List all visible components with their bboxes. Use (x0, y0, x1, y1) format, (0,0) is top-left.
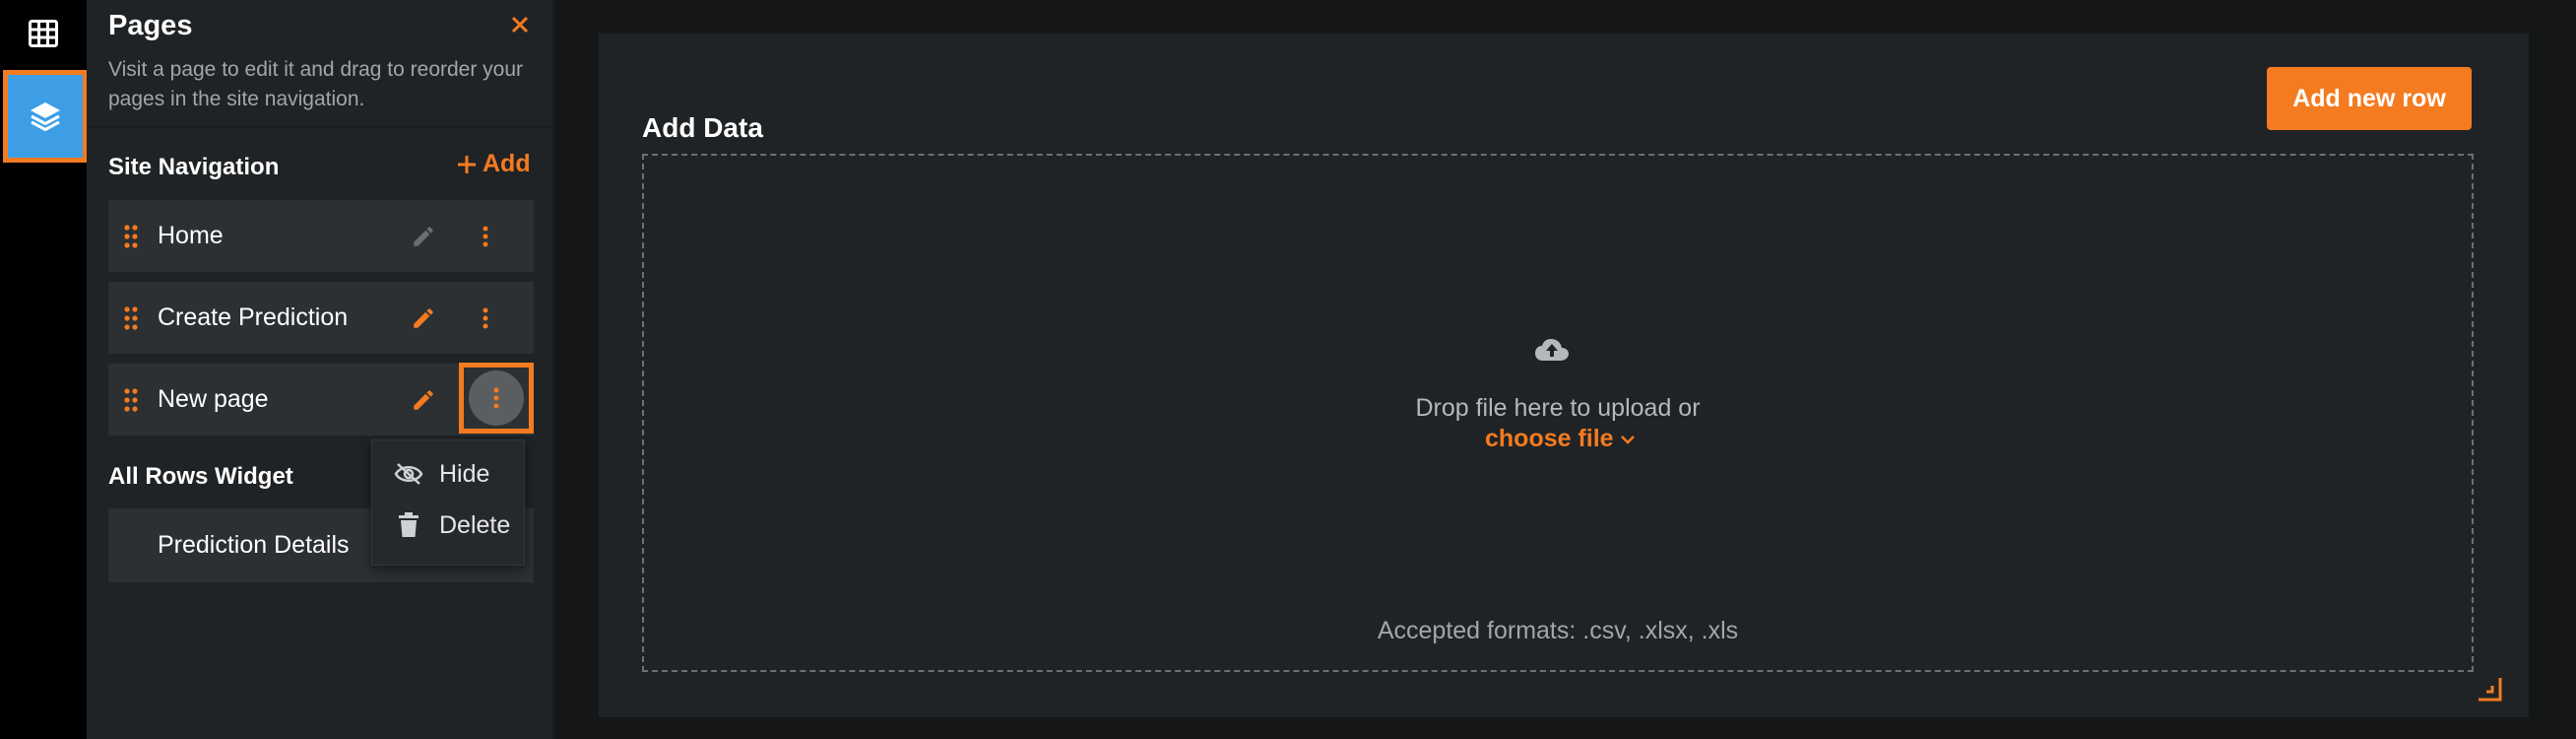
chevron-down-icon (1620, 435, 1635, 444)
eye-off-icon (392, 462, 425, 486)
more-options-highlight (469, 370, 524, 426)
more-vertical-icon (493, 387, 499, 409)
layers-icon (31, 102, 60, 131)
plus-icon (458, 155, 476, 173)
add-page-button[interactable]: Add (457, 150, 531, 178)
trash-icon (392, 512, 425, 538)
drag-handle-icon[interactable] (124, 306, 138, 330)
cloud-upload-icon (1535, 339, 1569, 361)
widget-item-label: Prediction Details (158, 531, 350, 559)
choose-file-label: choose file (1485, 425, 1614, 452)
more-vertical-icon (483, 307, 488, 329)
menu-item-hide[interactable]: Hide (372, 450, 526, 498)
drag-handle-icon[interactable] (124, 225, 138, 248)
pencil-icon (414, 227, 433, 246)
more-options-button[interactable] (471, 222, 500, 251)
card-title: Add Data (642, 112, 763, 143)
nav-item-label: Home (158, 222, 224, 249)
pencil-icon (414, 308, 433, 328)
panel-divider (87, 126, 554, 128)
edit-page-button[interactable] (409, 385, 438, 415)
choose-file-link[interactable]: choose file (1485, 425, 1636, 453)
pencil-icon (414, 390, 433, 410)
pages-rail-button[interactable] (3, 70, 88, 163)
add-data-card: Add Data Add new row Drop file here to u… (599, 34, 2529, 717)
nav-item-label: Create Prediction (158, 303, 349, 331)
all-rows-widget-heading: All Rows Widget (108, 463, 293, 490)
panel-description: Visit a page to edit it and drag to reor… (108, 58, 524, 110)
drag-handle-icon[interactable] (124, 388, 138, 412)
more-vertical-icon (483, 226, 488, 247)
page-context-menu: Hide Delete (371, 439, 525, 566)
accepted-formats-text: Accepted formats: .csv, .xlsx, .xls (1377, 617, 1739, 644)
main-area: Add Data Add new row Drop file here to u… (554, 0, 2576, 739)
close-panel-button[interactable] (505, 8, 535, 41)
menu-item-label: Delete (439, 510, 511, 539)
add-page-label: Add (483, 150, 531, 177)
panel-title: Pages (108, 10, 193, 41)
resize-handle-icon[interactable] (2475, 674, 2504, 704)
more-options-button-active[interactable] (459, 363, 534, 434)
add-new-row-button[interactable]: Add new row (2267, 67, 2472, 130)
more-options-button[interactable] (471, 303, 500, 333)
app-root: Pages Visit a page to edit it and drag t… (0, 0, 2576, 739)
dropzone-text: Drop file here to upload or (1415, 394, 1701, 422)
edit-page-button[interactable] (409, 303, 438, 333)
edit-page-button[interactable] (409, 222, 438, 251)
nav-item-label: New page (158, 385, 269, 413)
site-navigation-heading: Site Navigation (108, 154, 280, 180)
nav-item-create-prediction[interactable]: Create Prediction (108, 282, 534, 354)
menu-item-delete[interactable]: Delete (372, 502, 526, 549)
table-grid-icon (29, 20, 58, 47)
data-table-rail-button[interactable] (0, 0, 87, 67)
menu-item-label: Hide (439, 459, 490, 488)
close-icon (511, 16, 529, 34)
icon-rail (0, 0, 88, 739)
file-dropzone[interactable]: Drop file here to upload or choose file … (642, 154, 2474, 672)
nav-item-home[interactable]: Home (108, 200, 534, 272)
